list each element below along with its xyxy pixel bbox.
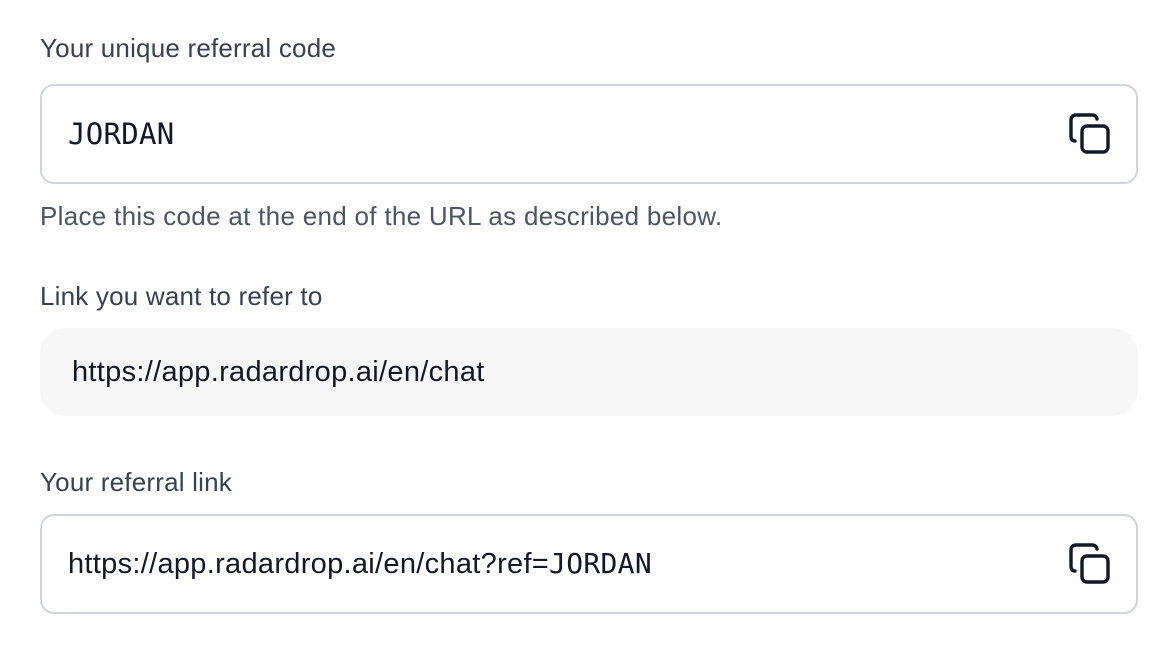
referral-code-value: JORDAN: [68, 117, 175, 151]
referral-code-field[interactable]: JORDAN: [40, 84, 1138, 184]
copy-icon: [1069, 113, 1110, 154]
referral-link-code: JORDAN: [549, 547, 652, 580]
copy-icon: [1069, 543, 1110, 584]
target-link-field[interactable]: https://app.radardrop.ai/en/chat: [40, 328, 1138, 416]
copy-referral-link-button[interactable]: [1066, 540, 1114, 588]
referral-link-field[interactable]: https://app.radardrop.ai/en/chat?ref=JOR…: [40, 514, 1138, 614]
copy-referral-code-button[interactable]: [1066, 110, 1114, 158]
referral-code-label: Your unique referral code: [40, 33, 337, 63]
referral-link-value: https://app.radardrop.ai/en/chat?ref=JOR…: [68, 547, 652, 581]
target-link-value: https://app.radardrop.ai/en/chat: [72, 355, 485, 388]
referral-link-prefix: https://app.radardrop.ai/en/chat?ref=: [68, 548, 550, 580]
referral-code-helper: Place this code at the end of the URL as…: [40, 201, 723, 231]
referral-link-label: Your referral link: [40, 467, 232, 497]
target-link-label: Link you want to refer to: [40, 281, 323, 311]
